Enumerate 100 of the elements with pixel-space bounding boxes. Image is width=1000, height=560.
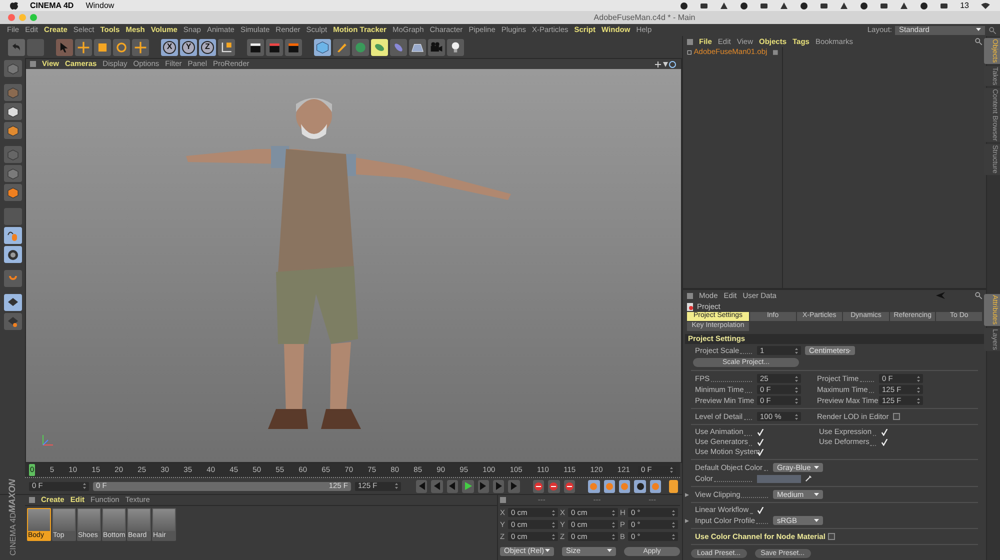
pen-icon[interactable] — [333, 38, 350, 56]
checkbox[interactable] — [892, 413, 900, 420]
key-parameter-icon[interactable] — [634, 480, 646, 492]
caret-icon[interactable] — [607, 549, 612, 553]
move-icon[interactable] — [75, 38, 92, 56]
caret-icon[interactable] — [976, 28, 981, 32]
solo-icon[interactable] — [4, 246, 22, 263]
apple-logo-icon[interactable] — [10, 1, 18, 10]
spinner-icon[interactable] — [917, 386, 920, 392]
status-bar-icon[interactable] — [920, 2, 928, 10]
key-rotate-icon[interactable] — [619, 480, 630, 492]
search-icon[interactable] — [975, 38, 982, 45]
play-icon[interactable] — [462, 480, 474, 492]
timeline-layout-icon[interactable] — [669, 480, 678, 492]
caret-icon[interactable] — [814, 466, 819, 470]
search-icon[interactable] — [989, 26, 996, 34]
tag-icon[interactable] — [773, 48, 778, 56]
clapperboard-icon[interactable] — [247, 38, 264, 56]
status-bar-icon[interactable] — [700, 2, 708, 10]
step-forward-icon[interactable] — [478, 480, 489, 492]
spinner-icon[interactable] — [795, 386, 798, 392]
panel-grip-icon[interactable] — [29, 497, 35, 503]
spinner-icon[interactable] — [795, 398, 798, 404]
status-bar-icon[interactable] — [760, 2, 768, 10]
status-bar-icon[interactable] — [940, 2, 948, 10]
clapperboard-icon[interactable] — [285, 38, 302, 56]
spinner-icon[interactable] — [552, 522, 555, 528]
textured-cube-icon[interactable] — [4, 103, 22, 120]
locked-grid-icon[interactable] — [4, 294, 22, 311]
grid-plane-icon[interactable] — [4, 122, 22, 139]
spinner-icon[interactable] — [917, 376, 920, 382]
spinner-icon[interactable] — [795, 348, 798, 354]
cube-icon[interactable] — [314, 38, 331, 56]
key-point-icon[interactable] — [650, 480, 662, 492]
panel-grip-icon[interactable] — [687, 38, 693, 44]
caret-icon[interactable] — [814, 518, 819, 522]
spinner-icon[interactable] — [395, 483, 398, 489]
grid-icon[interactable] — [4, 313, 22, 330]
next-key-icon[interactable] — [492, 480, 504, 492]
search-icon[interactable] — [975, 292, 982, 299]
spinner-icon[interactable] — [672, 534, 675, 540]
magnet-icon[interactable] — [4, 270, 22, 287]
pointer-icon[interactable] — [56, 38, 73, 56]
color-swatch[interactable] — [757, 474, 801, 482]
spinner-icon[interactable] — [552, 510, 555, 516]
caret-icon[interactable] — [814, 492, 819, 496]
status-bar-icon[interactable] — [860, 2, 868, 10]
view-navigation-icon[interactable] — [655, 60, 677, 68]
spinner-icon[interactable] — [795, 376, 798, 382]
expand-arrow-icon[interactable] — [685, 492, 689, 496]
last-frame-icon[interactable] — [508, 480, 520, 492]
spinner-icon[interactable] — [612, 522, 615, 528]
scale-icon[interactable] — [94, 38, 111, 56]
panel-grip-icon[interactable] — [500, 497, 506, 503]
axis-toggle[interactable]: Y — [180, 38, 197, 56]
spinner-icon[interactable] — [83, 483, 86, 489]
status-bar-icon[interactable] — [680, 2, 688, 10]
record-icon[interactable] — [532, 480, 544, 492]
mouse-tweak-icon[interactable] — [4, 227, 22, 244]
app-name[interactable]: CINEMA 4D — [30, 0, 74, 12]
model-mode-icon[interactable] — [4, 60, 22, 77]
spinner-icon[interactable] — [612, 510, 615, 516]
edges-cube-icon[interactable] — [4, 165, 22, 182]
polygons-cube-icon[interactable] — [4, 184, 22, 201]
axis-gizmo-icon — [40, 434, 54, 448]
eyedropper-icon[interactable] — [805, 475, 812, 482]
spinner-icon[interactable] — [672, 510, 675, 516]
status-bar-icon[interactable] — [880, 2, 888, 10]
light-bulb-icon[interactable] — [447, 38, 464, 56]
spinner-icon[interactable] — [795, 414, 798, 420]
coordinate-system-icon[interactable] — [218, 38, 235, 56]
caret-icon[interactable] — [545, 549, 550, 553]
spinner-icon[interactable] — [670, 467, 673, 473]
deformer-icon[interactable] — [371, 38, 388, 56]
panel-grip-icon[interactable] — [687, 292, 693, 298]
status-bar-icon[interactable] — [740, 2, 748, 10]
axis-toggle[interactable]: Z — [199, 38, 216, 56]
status-bar-icon[interactable] — [820, 2, 828, 10]
step-back-icon[interactable] — [446, 480, 458, 492]
key-scale-icon[interactable] — [604, 480, 615, 492]
auto-key-icon[interactable] — [548, 480, 560, 492]
plus-icon[interactable] — [132, 38, 149, 56]
axis-toggle[interactable]: X — [161, 38, 178, 56]
first-frame-icon[interactable] — [416, 480, 428, 492]
expand-arrow-icon[interactable] — [685, 518, 689, 522]
spinner-icon[interactable] — [612, 534, 615, 540]
spinner-icon[interactable] — [672, 522, 675, 528]
checkbox[interactable] — [828, 533, 836, 540]
floor-grid-icon[interactable] — [409, 38, 426, 56]
status-bar-icon[interactable] — [800, 2, 808, 10]
rotate-icon[interactable] — [113, 38, 130, 56]
key-move-icon[interactable] — [588, 480, 600, 492]
menu-item[interactable]: Window — [86, 0, 114, 12]
spinner-icon[interactable] — [917, 398, 920, 404]
wifi-icon[interactable] — [981, 2, 990, 9]
panel-grip-icon[interactable] — [30, 61, 36, 67]
spinner-icon[interactable] — [552, 534, 555, 540]
capsule-icon[interactable] — [390, 38, 407, 56]
previous-key-icon[interactable] — [431, 480, 443, 492]
undo-icon[interactable] — [8, 38, 25, 56]
